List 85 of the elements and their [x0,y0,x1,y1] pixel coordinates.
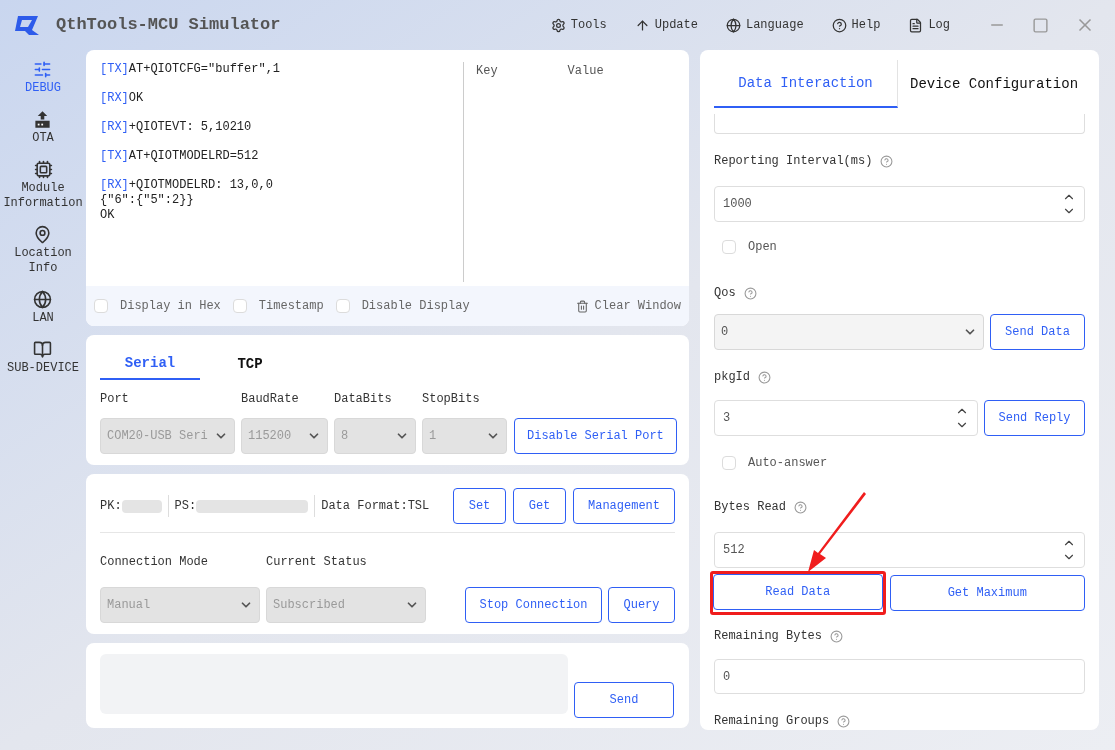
tab[interactable]: Device Configuration [898,60,1079,108]
globe-icon [33,290,53,309]
sidebar-item[interactable]: Module Information [3,160,83,211]
sidebar-item[interactable]: SUB-DEVICE [7,340,79,376]
clear-window-button[interactable]: Clear Window [575,297,681,315]
globe-icon [725,17,741,33]
field-label: DataBits [334,391,393,408]
sidebar-item[interactable]: Location Info [14,225,72,276]
checkbox-label: Auto-answer [748,455,828,472]
number-field[interactable]: 512 [714,532,1085,568]
text-field[interactable] [714,114,1085,134]
button[interactable]: Get [513,488,566,524]
checkbox-label: Open [748,239,777,256]
book-icon [33,340,53,359]
data-format-label: Data Format:TSL [321,498,430,515]
log-line: [TX]AT+QIOTCFG="buffer",1 [100,62,282,77]
number-field[interactable]: 0 [714,659,1085,694]
location-pin-icon [33,225,53,244]
button[interactable]: Get Maximum [889,575,1085,611]
help-icon [830,629,844,643]
button[interactable]: Read Data [713,574,883,610]
checkbox[interactable] [335,299,350,313]
column-header: Value [567,63,604,80]
sliders-icon [33,60,53,79]
field-label: Qos [714,285,736,302]
checkbox[interactable] [722,240,736,254]
field-label: pkgId [714,369,750,386]
toolbar-button[interactable]: Help [831,16,881,34]
field-label: Bytes Read [714,499,786,516]
toolbar-button[interactable]: Tools [550,16,607,34]
help-icon [837,714,851,728]
button[interactable]: Set [453,488,506,524]
sidebar-item[interactable]: DEBUG [25,60,61,96]
toolbar-button[interactable]: Log [908,16,950,34]
sidebar-item[interactable]: LAN [32,290,54,326]
number-field[interactable]: 3 [714,400,978,436]
button[interactable]: Query [608,587,675,623]
number-field[interactable]: 1000 [714,186,1085,222]
button[interactable]: Disable Serial Port [514,418,677,454]
document-icon [908,17,924,33]
field-label: Remaining Bytes [714,628,823,645]
button[interactable]: Send Data [990,314,1085,350]
field-label: Reporting Interval(ms) [714,153,873,170]
tab[interactable]: TCP [200,349,300,380]
checkbox-label: Timestamp [258,298,324,315]
field-label: PS: [174,498,197,515]
help-icon [758,370,771,384]
field-label: Connection Mode [100,554,210,571]
trash-icon [575,299,589,313]
field-label: Remaining Groups [714,713,830,730]
help-icon [743,286,757,300]
tab[interactable]: Serial [100,349,200,380]
field-label: Port [100,391,130,408]
toolbar-button[interactable]: Language [725,16,804,34]
log-line: [TX]AT+QIOTMODELRD=512 [100,149,260,164]
button[interactable]: Stop Connection [465,587,602,623]
field-label: BaudRate [241,391,300,408]
window-title: QthTools-MCU Simulator [56,14,281,37]
help-icon [794,500,807,514]
checkbox-label: Disable Display [361,298,470,315]
maximize-icon[interactable] [1032,16,1049,34]
checkbox[interactable] [232,299,247,313]
upload-tray-icon [33,110,53,129]
field-label: PK: [100,498,122,515]
redacted-value [121,499,162,513]
field-label: StopBits [422,391,481,408]
checkbox[interactable] [94,299,108,313]
dropdown[interactable]: 0 [714,314,984,350]
sidebar-item[interactable]: OTA [32,110,54,146]
help-icon [831,17,847,33]
log-line: [RX]+QIOTEVT: 5,10210 [100,120,253,135]
log-line: [RX]+QIOTMODELRD: 13,0,0 {"6":{"5":2}} OK [100,178,274,223]
checkbox-label: Display in Hex [120,298,221,315]
button[interactable]: Send [574,682,674,718]
help-icon [880,154,894,168]
field-label: Current Status [266,554,368,571]
button[interactable]: Management [573,488,675,524]
chip-icon [33,160,53,179]
gear-icon [550,17,566,33]
checkbox[interactable] [722,456,736,470]
button[interactable]: Send Reply [984,400,1085,436]
tab[interactable]: Data Interaction [714,60,898,108]
column-header: Key [476,63,498,80]
toolbar-button[interactable]: Update [634,16,698,34]
log-line: [RX]OK [100,91,145,106]
